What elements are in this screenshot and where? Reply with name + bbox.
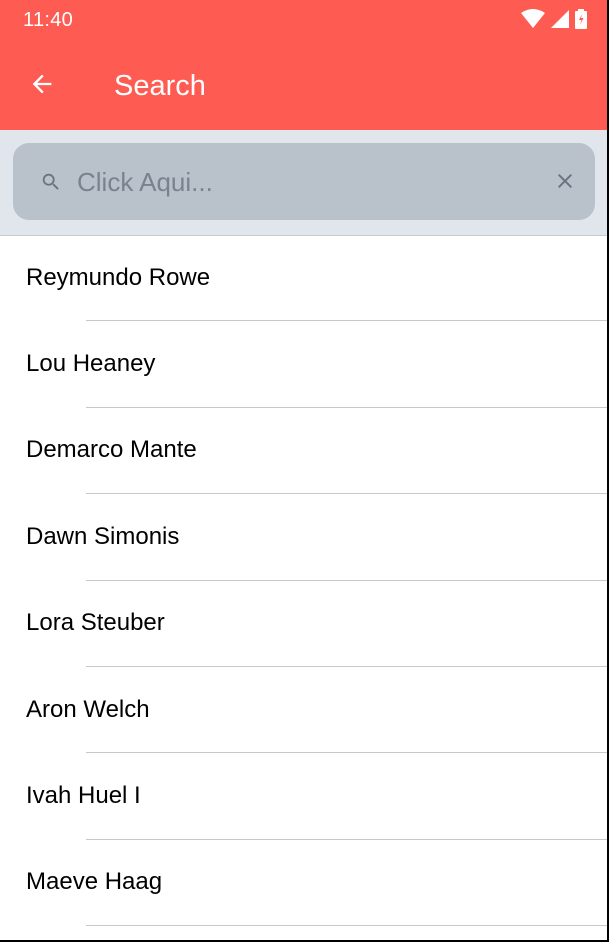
app-screen: 11:40 Search Click Aqui... Reymundo Rowe… [0,0,607,940]
results-list: Reymundo Rowe Lou Heaney Demarco Mante D… [0,235,607,927]
back-button[interactable] [22,66,62,106]
status-bar: 11:40 [0,0,607,44]
searchbar [13,143,595,220]
page-title: Search [114,70,206,102]
wifi-icon [521,8,545,34]
list-item[interactable]: Lou Heaney [0,321,607,409]
signal-icon [551,9,569,33]
search-icon [40,171,62,198]
search-area [0,130,607,236]
status-icons [521,8,587,34]
status-time: 11:40 [23,9,74,31]
close-icon[interactable] [553,169,577,193]
list-item-label: Reymundo Rowe [26,263,211,291]
list-item-label: Ivah Huel I [26,782,141,810]
list-item[interactable]: Lora Steuber [0,581,607,668]
list-item[interactable]: Aron Welch [0,667,607,754]
battery-icon [575,8,587,34]
list-item[interactable]: Maeve Haag [0,840,607,927]
search-input[interactable] [75,157,539,208]
list-item[interactable]: Demarco Mante [0,408,607,495]
list-item-label: Lou Heaney [26,350,156,378]
list-item-label: Aron Welch [26,695,150,723]
list-item[interactable]: Reymundo Rowe [0,235,607,322]
list-item[interactable]: Ivah Huel I [0,753,607,841]
list-item-label: Maeve Haag [26,868,163,896]
list-item[interactable]: Dawn Simonis [0,494,607,581]
list-item-label: Lora Steuber [26,609,165,637]
list-item-label: Demarco Mante [26,436,197,464]
toolbar: Search [0,44,607,130]
arrow-back-icon [28,70,56,103]
list-item-label: Dawn Simonis [26,522,180,550]
